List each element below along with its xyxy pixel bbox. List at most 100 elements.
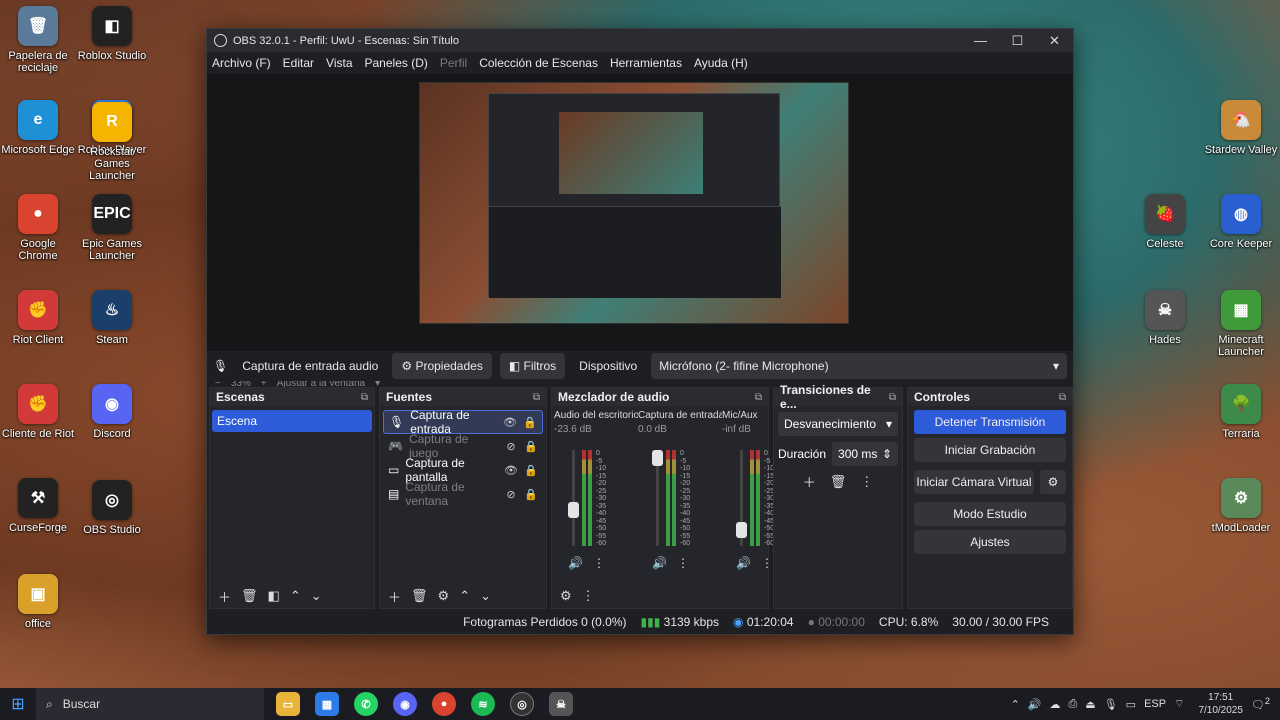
preview-canvas[interactable] <box>419 82 849 324</box>
file-explorer-icon[interactable]: ▭ <box>276 692 300 716</box>
desktop-icon[interactable]: ◧ Roblox Studio <box>74 6 150 62</box>
menu-ayuda[interactable]: Ayuda (H) <box>694 56 748 70</box>
volume-meter[interactable]: 0 -5 -10 -15 -20 -25 -30 -35 -40 -45 -50 -55 -60 <box>564 450 624 547</box>
move-down-button[interactable]: ⌄ <box>311 588 322 604</box>
desktop-icon[interactable]: 🗑 Papelera de reciclaje <box>0 6 76 74</box>
desktop-icon[interactable]: ◉ Discord <box>74 384 150 440</box>
desktop-icon[interactable]: 🐔 Stardew Valley <box>1203 100 1279 156</box>
cloud-icon[interactable]: ☁ <box>1049 698 1060 711</box>
hades-icon[interactable]: ☠ <box>549 692 573 716</box>
chevron-up-icon[interactable]: ⌃ <box>1011 698 1020 711</box>
printer-icon[interactable]: ⎙ <box>1068 698 1077 711</box>
remove-source-button[interactable]: 🗑 <box>411 588 428 604</box>
studio-mode-button[interactable]: Modo Estudio <box>914 502 1066 526</box>
device-select[interactable]: Micrófono (2- fifine Microphone) ▾ <box>651 353 1067 379</box>
wifi-icon[interactable]: ⌔ <box>1174 697 1184 711</box>
spotify-icon[interactable]: ≋ <box>471 692 495 716</box>
speaker-icon[interactable]: 🔊 <box>568 556 583 570</box>
duration-spinbox[interactable]: 300 ms ⇕ <box>832 442 898 466</box>
source-item[interactable]: 🎙 Captura de entrada 👁 🔒 <box>383 408 543 436</box>
channel-menu-icon[interactable]: ⋮ <box>593 556 605 570</box>
add-scene-button[interactable]: ＋ <box>218 587 231 606</box>
microphone-icon[interactable]: 🎙 <box>1104 698 1118 711</box>
desktop-icon[interactable]: ✊ Cliente de Riot <box>0 384 76 440</box>
desktop-icon[interactable]: ◍ Core Keeper <box>1203 194 1279 250</box>
discord-icon[interactable]: ◉ <box>393 692 417 716</box>
move-up-button[interactable]: ⌃ <box>459 588 470 604</box>
desktop-icon[interactable]: ⚙ tModLoader <box>1203 478 1279 534</box>
menu-herramientas[interactable]: Herramientas <box>610 56 682 70</box>
menu-paneles[interactable]: Paneles (D) <box>365 56 428 70</box>
desktop-icon[interactable]: EPIC Epic Games Launcher <box>74 194 150 262</box>
volume-meter[interactable]: 0 -5 -10 -15 -20 -25 -30 -35 -40 -45 -50 -55 -60 <box>648 450 708 547</box>
lock-icon[interactable]: 🔒 <box>524 464 538 477</box>
menu-editar[interactable]: Editar <box>283 56 314 70</box>
menu-archivo[interactable]: Archivo (F) <box>212 56 271 70</box>
scene-filters-button[interactable]: ◧ <box>268 588 280 604</box>
undock-icon[interactable]: ⧉ <box>1059 392 1066 403</box>
menu-vista[interactable]: Vista <box>326 56 352 70</box>
desktop-icon[interactable]: 🍓 Celeste <box>1127 194 1203 250</box>
search-box[interactable]: ⌕ Buscar <box>36 688 264 720</box>
desktop-icon[interactable]: ▣ office <box>0 574 76 630</box>
start-virtual-camera-button[interactable]: Iniciar Cámara Virtual <box>914 470 1034 494</box>
desktop-icon[interactable]: ⚒ CurseForge <box>0 478 76 534</box>
desktop-icon[interactable]: 🌳 Terraria <box>1203 384 1279 440</box>
undock-icon[interactable]: ⧉ <box>361 392 368 403</box>
settings-button[interactable]: Ajustes <box>914 530 1066 554</box>
speaker-icon[interactable]: 🔊 <box>652 556 667 570</box>
speaker-icon[interactable]: 🔊 <box>736 556 751 570</box>
properties-button[interactable]: ⚙ Propiedades <box>392 353 492 379</box>
desktop-icon[interactable]: ♨ Steam <box>74 290 150 346</box>
windows-start-icon[interactable]: ⊞ <box>0 694 36 714</box>
source-item[interactable]: ▤ Captura de ventana ⊘ 🔒 <box>383 480 543 508</box>
visibility-eye-icon[interactable]: 👁 <box>503 416 517 429</box>
remove-transition-button[interactable]: 🗑 <box>830 474 847 490</box>
add-transition-button[interactable]: ＋ <box>803 472 816 491</box>
undock-icon[interactable]: ⧉ <box>889 392 896 403</box>
add-source-button[interactable]: ＋ <box>388 587 401 606</box>
lock-icon[interactable]: 🔒 <box>524 440 538 453</box>
remove-scene-button[interactable]: 🗑 <box>241 588 258 604</box>
transition-select[interactable]: Desvanecimiento ▾ <box>778 412 898 436</box>
volume-slider-handle[interactable] <box>652 450 663 466</box>
source-item[interactable]: ▭ Captura de pantalla 👁 🔒 <box>383 456 543 484</box>
mixer-settings-icon[interactable]: ⚙ <box>560 588 572 604</box>
close-button[interactable]: ✕ <box>1036 29 1073 52</box>
maximize-button[interactable]: ☐ <box>999 29 1036 52</box>
stop-stream-button[interactable]: Detener Transmisión <box>914 410 1066 434</box>
desktop-icon[interactable]: ▦ Minecraft Launcher <box>1203 290 1279 358</box>
obs-window[interactable]: OBS 32.0.1 - Perfil: UwU - Escenas: Sin … <box>206 28 1074 635</box>
volume-icon[interactable]: 🔊 <box>1028 698 1042 711</box>
menu-coleccion-escenas[interactable]: Colección de Escenas <box>479 56 598 70</box>
source-settings-button[interactable]: ⚙ <box>438 588 450 604</box>
usb-icon[interactable]: ⏏ <box>1085 698 1095 711</box>
chrome-icon[interactable]: ● <box>432 692 456 716</box>
preview-area[interactable]: − 33% + Ajustar a la ventana ▾ <box>207 74 1073 389</box>
lock-icon[interactable]: 🔒 <box>523 416 537 429</box>
volume-slider-handle[interactable] <box>568 502 579 518</box>
source-item[interactable]: 🎮 Captura de juego ⊘ 🔒 <box>383 432 543 460</box>
visibility-eye-icon[interactable]: ⊘ <box>504 440 518 453</box>
desktop-icon[interactable]: ● Google Chrome <box>0 194 76 262</box>
desktop-icon[interactable]: R Rockstar Games Launcher <box>74 102 150 182</box>
network-icon[interactable]: ▭ <box>1126 698 1136 711</box>
lock-icon[interactable]: 🔒 <box>524 488 538 501</box>
visibility-eye-icon[interactable]: 👁 <box>504 464 518 477</box>
desktop-icon[interactable]: ☠ Hades <box>1127 290 1203 346</box>
language-indicator[interactable]: ESP <box>1144 698 1166 710</box>
undock-icon[interactable]: ⧉ <box>755 392 762 403</box>
undock-icon[interactable]: ⧉ <box>533 392 540 403</box>
move-down-button[interactable]: ⌄ <box>480 588 491 604</box>
volume-slider-handle[interactable] <box>736 522 747 538</box>
virtual-camera-gear-icon[interactable]: ⚙ <box>1040 470 1066 494</box>
obs-icon[interactable]: ◎ <box>510 692 534 716</box>
channel-menu-icon[interactable]: ⋮ <box>677 556 689 570</box>
move-up-button[interactable]: ⌃ <box>290 588 301 604</box>
filters-button[interactable]: ◧ Filtros <box>499 353 566 379</box>
clock[interactable]: 17:51 7/10/2025 <box>1198 691 1243 717</box>
scene-item[interactable]: Escena <box>212 410 372 432</box>
transition-menu-icon[interactable]: ⋮ <box>860 474 873 490</box>
desktop-icon[interactable]: ◎ OBS Studio <box>74 480 150 536</box>
store-icon[interactable]: ▦ <box>315 692 339 716</box>
